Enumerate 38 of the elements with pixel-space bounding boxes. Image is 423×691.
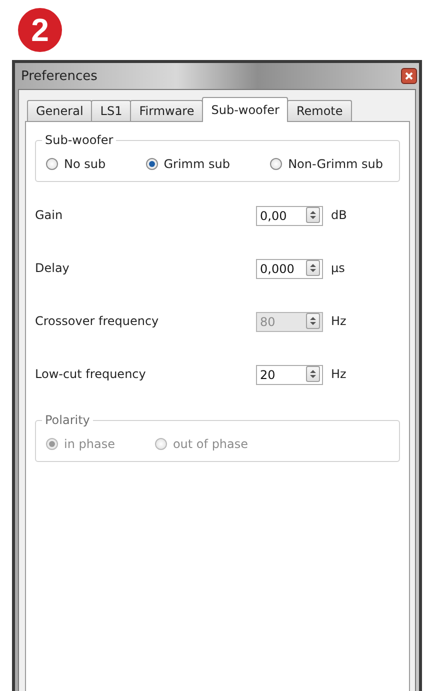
field-label: Crossover frequency <box>35 314 160 328</box>
radio-button[interactable] <box>270 158 282 170</box>
spin-button[interactable] <box>306 260 320 276</box>
radio-option[interactable]: Non-Grimm sub <box>270 157 383 171</box>
up-down-arrows-icon <box>310 316 316 326</box>
tab[interactable]: Firmware <box>130 100 204 121</box>
close-icon <box>405 72 413 80</box>
radio-label: in phase <box>64 437 115 451</box>
field-label: Delay <box>35 261 70 275</box>
spin-button[interactable] <box>306 366 320 382</box>
radio-label: Non-Grimm sub <box>288 157 383 171</box>
spin-button[interactable] <box>306 313 320 329</box>
unit-label: Hz <box>331 314 346 328</box>
field-label: Gain <box>35 208 64 222</box>
close-button[interactable] <box>401 68 417 84</box>
field-label: Low-cut frequency <box>35 367 147 381</box>
radio-option[interactable]: Grimm sub <box>146 157 230 171</box>
unit-label: µs <box>331 261 345 275</box>
up-down-arrows-icon <box>310 369 316 379</box>
unit-label: dB <box>331 208 347 222</box>
step-badge: 2 <box>18 8 62 52</box>
radio-button[interactable] <box>146 158 158 170</box>
spin-button[interactable] <box>306 207 320 223</box>
group-title: Sub-woofer <box>42 133 116 147</box>
tab[interactable]: LS1 <box>91 100 132 121</box>
radio-label: No sub <box>64 157 106 171</box>
radio-button[interactable] <box>46 158 58 170</box>
up-down-arrows-icon <box>310 210 316 220</box>
tab[interactable]: General <box>27 100 92 121</box>
window-title: Preferences <box>21 68 98 84</box>
radio-label: Grimm sub <box>164 157 230 171</box>
unit-label: Hz <box>331 367 346 381</box>
tab[interactable]: Remote <box>287 100 352 121</box>
radio-label: out of phase <box>172 437 248 451</box>
up-down-arrows-icon <box>310 263 316 273</box>
group-title: Polarity <box>42 413 93 427</box>
radio-option[interactable]: No sub <box>46 157 106 171</box>
tab[interactable]: Sub-woofer <box>202 97 288 122</box>
